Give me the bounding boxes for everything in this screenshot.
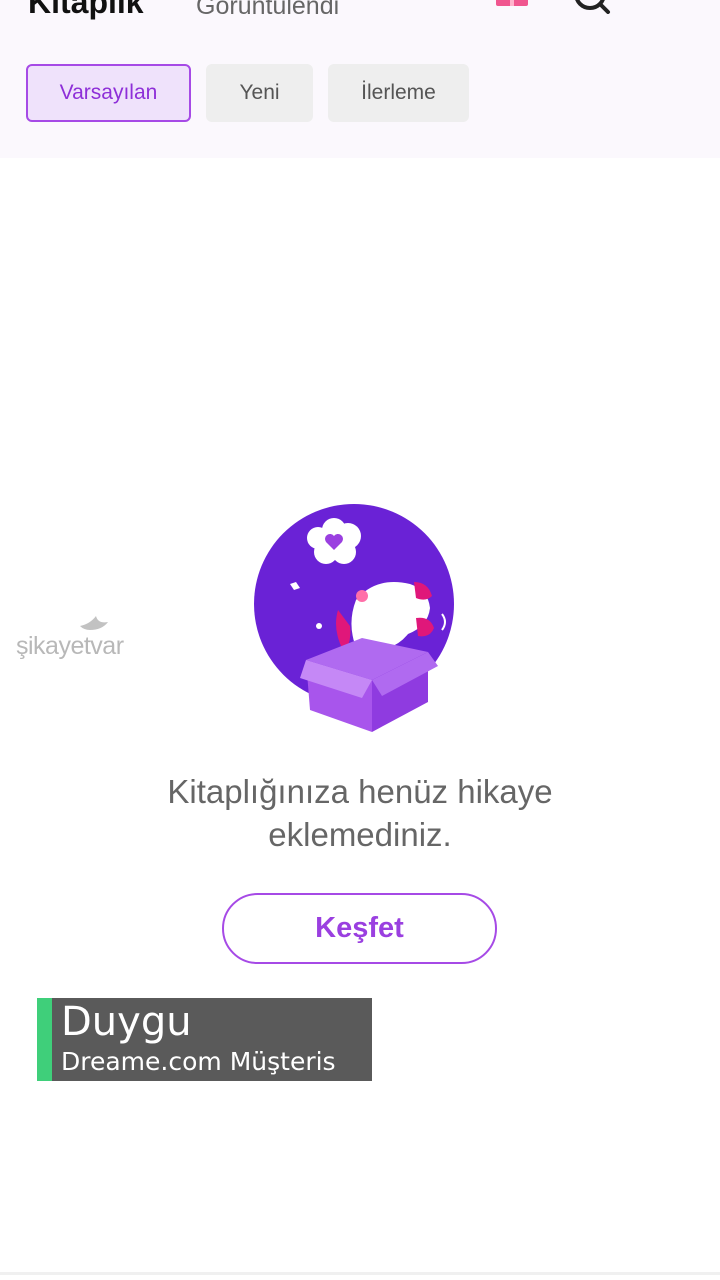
empty-library-message: Kitaplığınıza henüz hikaye eklemediniz. bbox=[167, 773, 553, 853]
caption-accent-bar bbox=[37, 998, 52, 1081]
filter-chip-progress[interactable]: İlerleme bbox=[328, 64, 469, 122]
watermark-text: şikayetvar bbox=[16, 632, 124, 660]
library-screen: Kitaplık Görüntülendi Varsayılan Yeni İl… bbox=[0, 0, 720, 1280]
bird-icon bbox=[80, 616, 108, 630]
watermark-logo: şikayetvar bbox=[16, 610, 144, 666]
search-icon[interactable] bbox=[572, 0, 612, 14]
bottom-divider bbox=[0, 1272, 720, 1275]
tab-library[interactable]: Kitaplık bbox=[28, 0, 144, 22]
filter-chip-default[interactable]: Varsayılan bbox=[26, 64, 191, 122]
gift-icon[interactable] bbox=[494, 0, 530, 10]
filter-chip-new[interactable]: Yeni bbox=[206, 64, 313, 122]
discover-button[interactable]: Keşfet bbox=[222, 893, 497, 964]
speaker-caption: Duygu Dreame.com Müşteris bbox=[37, 998, 372, 1081]
caption-subtitle: Dreame.com Müşteris bbox=[61, 1047, 336, 1076]
top-header: Kitaplık Görüntülendi Varsayılan Yeni İl… bbox=[0, 0, 720, 158]
caption-name: Duygu bbox=[61, 999, 192, 1045]
tab-viewed[interactable]: Görüntülendi bbox=[196, 0, 339, 26]
unicorn-in-box-illustration bbox=[254, 504, 454, 732]
